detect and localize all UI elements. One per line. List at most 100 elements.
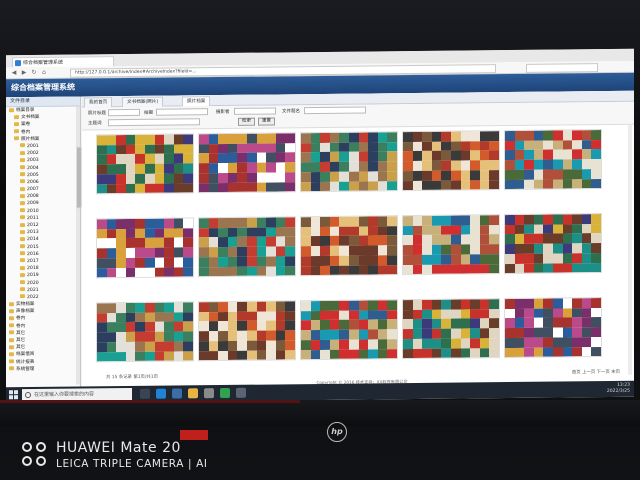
folder-icon [20, 157, 25, 162]
bezel-reflection [0, 400, 300, 403]
folder-icon [20, 208, 25, 213]
photo-thumbnail[interactable] [198, 216, 296, 278]
browser-search-input[interactable] [526, 63, 598, 73]
tree-item-label: 实物档案 [16, 302, 35, 308]
photo-caption[interactable] [402, 277, 498, 286]
photo-thumbnail[interactable] [96, 217, 194, 279]
home-icon[interactable]: ⌂ [40, 69, 48, 76]
main-scrollbar[interactable] [628, 124, 632, 375]
photo-caption[interactable] [198, 279, 294, 288]
filter-filename-input[interactable] [304, 106, 366, 115]
photo-thumbnail[interactable] [300, 299, 398, 361]
photo-card[interactable] [402, 130, 500, 202]
store-icon[interactable] [204, 388, 214, 399]
photo-card[interactable] [96, 133, 194, 205]
photo-card[interactable] [300, 131, 398, 203]
photo-thumbnail[interactable] [198, 132, 296, 194]
tree-item-label: 统计报表 [16, 359, 35, 365]
photo-thumbnail[interactable] [504, 297, 602, 359]
photo-card[interactable] [402, 214, 500, 286]
photo-card[interactable] [504, 297, 602, 369]
photo-thumbnail[interactable] [198, 300, 296, 362]
filter-photographer-input[interactable] [234, 107, 276, 115]
app-icon[interactable] [236, 387, 246, 398]
photo-caption[interactable] [96, 280, 192, 289]
folder-icon [9, 316, 14, 321]
photo-caption[interactable] [198, 195, 294, 204]
photo-caption[interactable] [300, 362, 396, 371]
photo-card[interactable] [96, 301, 194, 373]
camera-watermark-icon [22, 442, 50, 470]
photo-card[interactable] [198, 216, 296, 288]
tree-item[interactable]: 系统管理 [6, 365, 80, 373]
pager-links[interactable]: 首页 上一页 下一页 末页 [572, 369, 620, 376]
browser-app-icon[interactable] [220, 387, 230, 399]
folder-icon [20, 236, 25, 242]
photo-caption[interactable] [402, 361, 498, 370]
photo-card[interactable] [96, 217, 194, 289]
tree-scrollbar[interactable] [76, 106, 82, 385]
tree-item-label: 档案目录 [16, 107, 35, 114]
photo-caption[interactable] [96, 196, 192, 205]
filter-label-title: 照片标题 [88, 111, 106, 117]
photo-card[interactable] [504, 213, 602, 285]
task-view-icon[interactable] [140, 388, 150, 399]
tab-photo-archive[interactable]: 照片档案 [182, 96, 211, 107]
forward-icon[interactable]: ▶ [20, 69, 28, 76]
reset-button[interactable]: 重置 [258, 117, 275, 126]
tree-item-label: 2012 [27, 222, 39, 229]
tree-item-label: 2021 [27, 287, 39, 293]
refresh-icon[interactable]: ↻ [30, 69, 38, 76]
tree-list: 档案目录 文书档案 案卷 卷内 照片档案 2001 2002 2003 2004 2005 2006… [6, 107, 80, 374]
edge-icon[interactable] [156, 388, 166, 399]
photo-caption[interactable] [504, 276, 600, 285]
photo-thumbnail[interactable] [300, 215, 398, 277]
photo-caption[interactable] [504, 192, 600, 201]
tab-document-archive[interactable]: 文书档案(照片) [122, 96, 164, 108]
photo-card[interactable] [504, 129, 602, 201]
file-explorer-icon[interactable] [188, 388, 198, 399]
photo-caption[interactable] [300, 194, 396, 203]
photo-thumbnail[interactable] [402, 298, 500, 360]
tree-item-label: 其它 [16, 330, 26, 336]
archive-tree: 文件目录 档案目录 文书档案 案卷 卷内 照片档案 2001 2002 2003 2004 200… [6, 96, 82, 388]
tree-item-label: 2004 [27, 165, 39, 171]
tree-item-label: 2016 [27, 251, 39, 257]
search-button[interactable]: 检索 [238, 117, 255, 126]
folder-icon [9, 359, 14, 364]
filter-title-input[interactable] [108, 108, 140, 117]
photo-card[interactable] [300, 215, 398, 287]
main-panel: 我的首页 文书档案(照片) 照片档案 照片标题 拍摄 摄影者 文件题名 主题词 … [82, 90, 634, 387]
photo-thumbnail[interactable] [402, 130, 500, 192]
photo-card[interactable] [198, 300, 296, 372]
folder-icon [20, 165, 25, 170]
back-icon[interactable]: ◀ [10, 69, 18, 76]
system-tray-clock[interactable]: 13:23 2022/3/25 [607, 383, 630, 394]
photo-thumbnail[interactable] [504, 129, 602, 191]
photo-caption[interactable] [96, 364, 192, 373]
photo-thumbnail[interactable] [402, 214, 500, 276]
filter-shoot-input[interactable] [156, 108, 208, 116]
photo-thumbnail[interactable] [96, 133, 194, 195]
filter-keyword-input[interactable] [108, 118, 200, 127]
photo-caption[interactable] [300, 278, 396, 287]
photo-thumbnail[interactable] [300, 131, 398, 193]
photo-card[interactable] [198, 132, 296, 204]
photo-caption[interactable] [504, 360, 600, 369]
tree-item-label: 2020 [27, 280, 39, 286]
tree-item-label: 2015 [27, 244, 39, 250]
tree-item-label: 2001 [27, 143, 39, 150]
tree-item-label: 2011 [27, 215, 39, 221]
folder-icon [20, 172, 25, 177]
photo-thumbnail[interactable] [504, 213, 602, 275]
folder-icon [20, 215, 25, 220]
ie-icon[interactable] [172, 388, 182, 399]
photo-card[interactable] [402, 298, 500, 370]
photo-card[interactable] [300, 299, 398, 371]
photo-caption[interactable] [198, 363, 294, 372]
windows-start-icon[interactable] [9, 390, 19, 400]
tree-item-label: 其它 [16, 345, 26, 351]
tab-home[interactable]: 我的首页 [84, 97, 113, 108]
photo-thumbnail[interactable] [96, 301, 194, 363]
photo-caption[interactable] [402, 193, 498, 202]
